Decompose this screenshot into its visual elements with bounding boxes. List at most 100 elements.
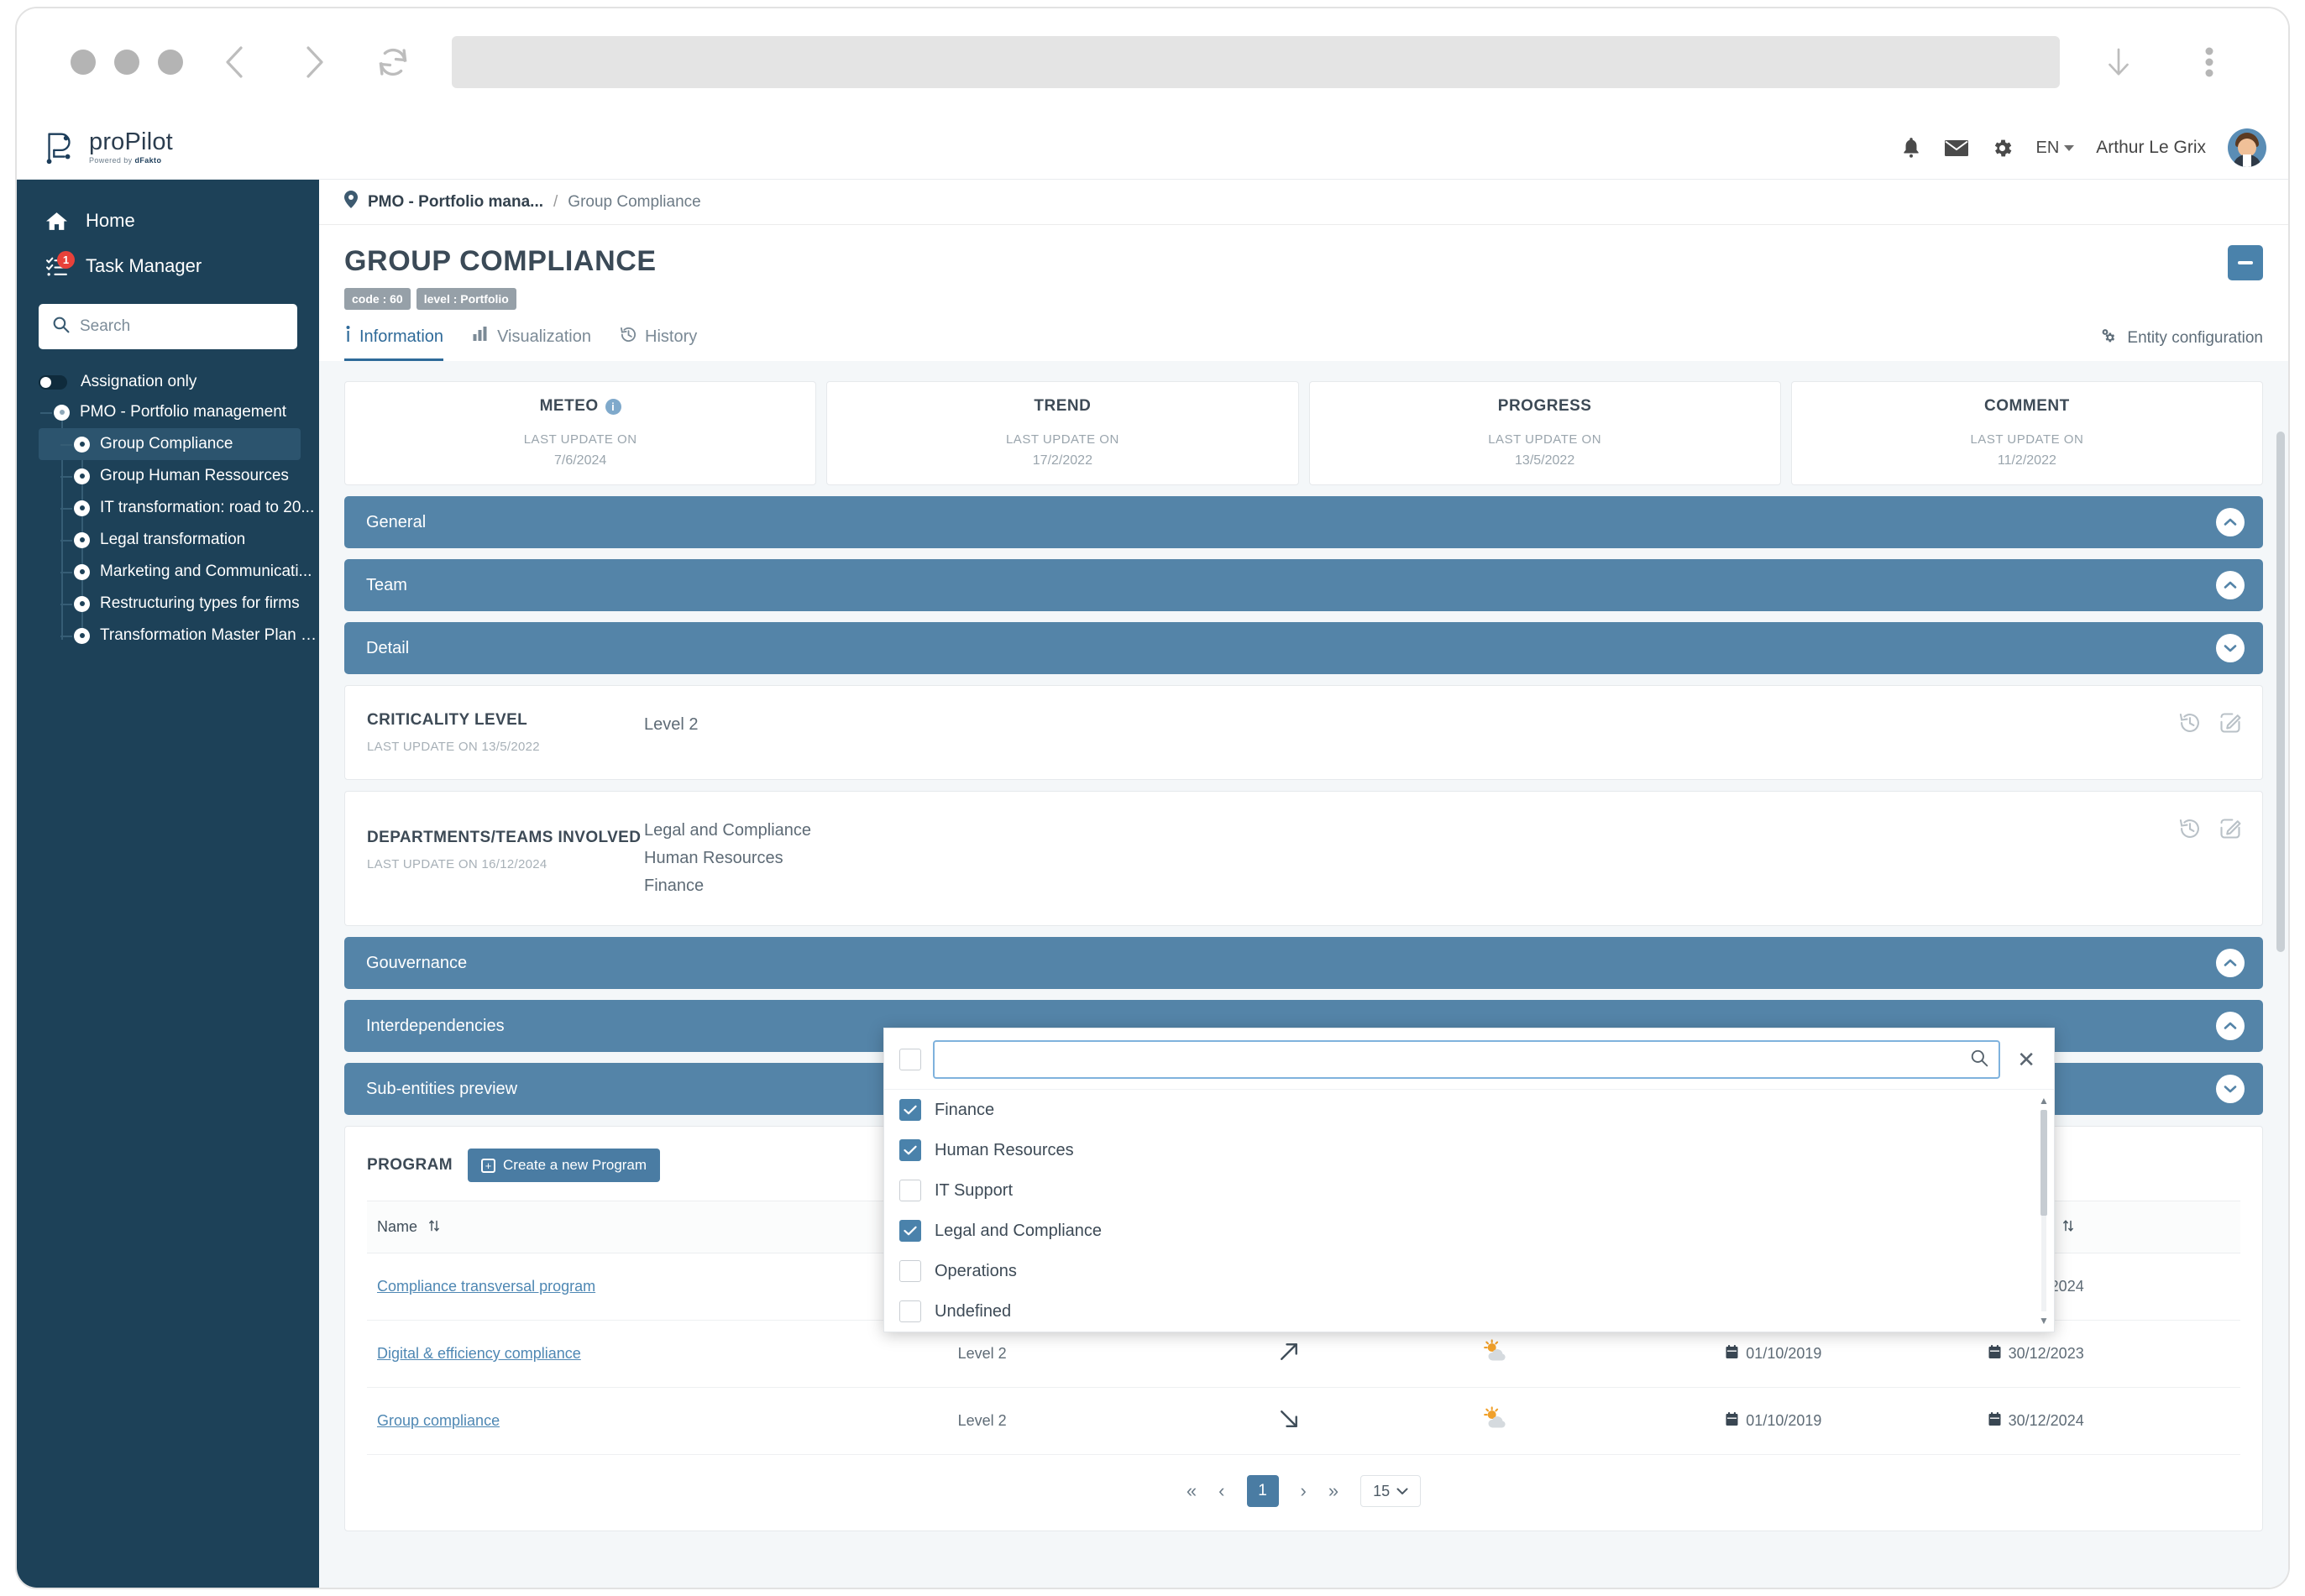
page-size-select[interactable]: 15 xyxy=(1360,1475,1421,1507)
sidebar-item-it-transformation[interactable]: IT transformation: road to 20... xyxy=(39,492,319,524)
dropdown-option-undefined[interactable]: Undefined xyxy=(884,1291,2054,1332)
checkbox[interactable] xyxy=(899,1099,921,1121)
forward-chevron-icon[interactable] xyxy=(287,35,341,89)
kpi-card-meteo[interactable]: METEO i LAST UPDATE ON 7/6/2024 xyxy=(344,381,816,485)
cell-start-date: 01/10/2019 xyxy=(1716,1388,1978,1455)
assignation-only-toggle[interactable]: Assignation only xyxy=(17,356,319,396)
dropdown-option-it-support[interactable]: IT Support xyxy=(884,1170,2054,1211)
section-general[interactable]: General xyxy=(344,496,2263,548)
history-icon[interactable] xyxy=(2178,817,2202,845)
scroll-up-arrow-icon[interactable]: ▲ xyxy=(2039,1095,2049,1107)
tree-node-icon xyxy=(54,405,70,421)
window-close-dot[interactable] xyxy=(71,50,96,75)
toggle-switch[interactable] xyxy=(39,375,67,390)
checkbox[interactable] xyxy=(899,1260,921,1282)
dropdown-option-finance[interactable]: Finance xyxy=(884,1090,2054,1130)
pagination-current-page[interactable]: 1 xyxy=(1247,1475,1279,1507)
pagination-prev-button[interactable]: ‹ xyxy=(1218,1480,1224,1502)
tab-information[interactable]: Information xyxy=(344,325,443,361)
select-all-checkbox[interactable] xyxy=(899,1049,921,1070)
avatar[interactable] xyxy=(2228,128,2266,167)
dropdown-option-legal-and-compliance[interactable]: Legal and Compliance xyxy=(884,1211,2054,1251)
tree-item-root[interactable]: PMO - Portfolio management xyxy=(39,396,319,428)
chevron-down-icon[interactable] xyxy=(2216,1075,2245,1103)
tab-history[interactable]: History xyxy=(620,325,697,361)
sidebar-item-task-manager[interactable]: 1 Task Manager xyxy=(17,243,319,289)
sort-icon[interactable] xyxy=(428,1219,440,1232)
bell-icon[interactable] xyxy=(1900,136,1922,160)
chevron-up-icon[interactable] xyxy=(2216,949,2245,977)
chevron-down-icon[interactable] xyxy=(2216,634,2245,662)
page-scrollbar[interactable] xyxy=(2276,432,2285,952)
breadcrumb-parent[interactable]: PMO - Portfolio mana... xyxy=(368,193,543,212)
gear-icon[interactable] xyxy=(1991,137,2014,160)
pagination-next-button[interactable]: › xyxy=(1301,1480,1307,1502)
dropdown-option-human-resources[interactable]: Human Resources xyxy=(884,1130,2054,1170)
dropdown-search-field[interactable] xyxy=(933,1040,2000,1079)
brand-logo[interactable]: proPilot Powered by dFakto xyxy=(17,128,319,167)
program-name-link[interactable]: Digital & efficiency compliance xyxy=(377,1345,581,1362)
reload-icon[interactable] xyxy=(366,35,420,89)
dropdown-scrollbar[interactable]: ▲ ▼ xyxy=(2039,1095,2049,1327)
back-chevron-icon[interactable] xyxy=(208,35,262,89)
edit-icon[interactable] xyxy=(2219,711,2242,739)
sidebar-item-group-human-ressources[interactable]: Group Human Ressources xyxy=(39,460,319,492)
minimize-button[interactable] xyxy=(2228,245,2263,280)
column-header-name[interactable]: Name xyxy=(367,1201,948,1253)
kpi-card-comment[interactable]: COMMENT LAST UPDATE ON 11/2/2022 xyxy=(1791,381,2263,485)
window-minimize-dot[interactable] xyxy=(114,50,139,75)
tab-visualization[interactable]: Visualization xyxy=(472,325,591,361)
mail-icon[interactable] xyxy=(1944,138,1969,158)
info-circle-icon[interactable]: i xyxy=(605,399,621,415)
kpi-card-progress[interactable]: PROGRESS LAST UPDATE ON 13/5/2022 xyxy=(1309,381,1781,485)
scroll-down-arrow-icon[interactable]: ▼ xyxy=(2039,1315,2049,1327)
user-name[interactable]: Arthur Le Grix xyxy=(2096,138,2206,158)
pagination-last-button[interactable]: » xyxy=(1328,1480,1338,1502)
chart-icon xyxy=(472,326,490,348)
pagination-first-button[interactable]: « xyxy=(1187,1480,1197,1502)
url-bar[interactable] xyxy=(452,36,2060,88)
calendar-icon xyxy=(1726,1345,1738,1363)
tree-item-label: Marketing and Communicati... xyxy=(100,563,312,581)
dropdown-option-list[interactable]: Finance Human Resources IT Support xyxy=(884,1089,2054,1332)
table-row[interactable]: Group compliance Level 2 xyxy=(367,1388,2240,1455)
search-icon[interactable] xyxy=(1970,1049,1988,1071)
sidebar-item-home[interactable]: Home xyxy=(17,198,319,243)
entity-configuration-button[interactable]: Entity configuration xyxy=(2100,327,2263,349)
sidebar-item-marketing-communication[interactable]: Marketing and Communicati... xyxy=(39,556,319,588)
section-gouvernance[interactable]: Gouvernance xyxy=(344,937,2263,989)
program-name-link[interactable]: Group compliance xyxy=(377,1412,500,1429)
sidebar-item-group-compliance[interactable]: Group Compliance xyxy=(39,428,301,460)
sort-icon[interactable] xyxy=(2062,1219,2074,1232)
dropdown-option-operations[interactable]: Operations xyxy=(884,1251,2054,1291)
kebab-menu-icon[interactable] xyxy=(2182,35,2236,89)
chevron-up-icon[interactable] xyxy=(2216,508,2245,536)
kpi-card-trend[interactable]: TREND LAST UPDATE ON 17/2/2022 xyxy=(826,381,1298,485)
close-icon[interactable]: ✕ xyxy=(2012,1049,2040,1070)
checkbox[interactable] xyxy=(899,1180,921,1201)
scroll-thumb[interactable] xyxy=(2040,1110,2047,1216)
checkbox[interactable] xyxy=(899,1139,921,1161)
language-selector[interactable]: EN xyxy=(2035,139,2074,158)
sidebar-item-legal-transformation[interactable]: Legal transformation xyxy=(39,524,319,556)
chevron-up-icon[interactable] xyxy=(2216,571,2245,599)
window-controls[interactable] xyxy=(71,50,183,75)
section-team-label: Team xyxy=(366,576,407,595)
search-input[interactable] xyxy=(80,317,284,336)
window-maximize-dot[interactable] xyxy=(158,50,183,75)
sidebar-search[interactable] xyxy=(39,304,297,349)
program-name-link[interactable]: Compliance transversal program xyxy=(377,1278,595,1295)
sidebar-item-transformation-master-plan[interactable]: Transformation Master Plan -... xyxy=(39,620,319,651)
edit-icon[interactable] xyxy=(2219,817,2242,845)
history-icon[interactable] xyxy=(2178,711,2202,739)
kpi-card-date: 11/2/2022 xyxy=(1792,453,2262,468)
sidebar-item-restructuring-types[interactable]: Restructuring types for firms xyxy=(39,588,319,620)
create-new-program-button[interactable]: + Create a new Program xyxy=(468,1149,660,1182)
checkbox[interactable] xyxy=(899,1300,921,1322)
download-icon[interactable] xyxy=(2092,35,2145,89)
checkbox[interactable] xyxy=(899,1220,921,1242)
dropdown-search-input[interactable] xyxy=(945,1050,1962,1069)
chevron-up-icon[interactable] xyxy=(2216,1012,2245,1040)
section-team[interactable]: Team xyxy=(344,559,2263,611)
section-detail[interactable]: Detail xyxy=(344,622,2263,674)
